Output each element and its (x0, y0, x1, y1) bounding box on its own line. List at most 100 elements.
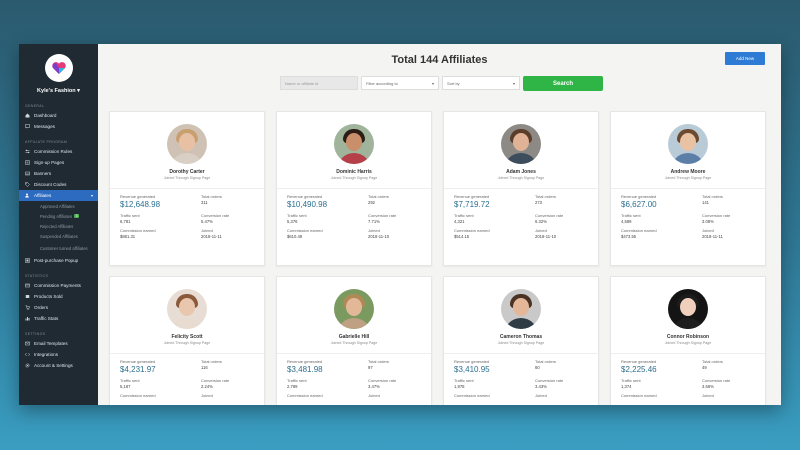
sidebar-item-label: Discount Codes (34, 182, 67, 187)
filter-select[interactable]: Filter according to ▾ (361, 76, 439, 90)
affiliate-card[interactable]: Dorothy Carter Joined Through Signup Pag… (109, 111, 265, 266)
stat-value: 292 (368, 200, 375, 205)
stat-commission: Commission earned (120, 393, 201, 399)
avatar-body (671, 318, 705, 329)
sidebar-item-discount-codes[interactable]: Discount Codes (19, 179, 98, 190)
stat-label: Revenue generated (621, 194, 657, 199)
sidebar-item-label: Sign-up Pages (34, 160, 65, 165)
search-button[interactable]: Search (523, 76, 603, 91)
avatar (501, 124, 541, 164)
sidebar-subitem-pending[interactable]: Pending Affiliates 3 (19, 211, 98, 221)
affiliate-name: Adam Jones (506, 169, 536, 175)
sidebar-item-orders[interactable]: Orders (19, 302, 98, 313)
affiliate-card[interactable]: Felicity Scott Joined Through Signup Pag… (109, 276, 265, 405)
stat-value: $881.31 (120, 234, 136, 239)
home-icon (25, 113, 30, 118)
affiliate-card[interactable]: Dominic Harris Joined Through Signup Pag… (276, 111, 432, 266)
sidebar-item-email-templates[interactable]: Email Templates (19, 338, 98, 349)
stat-orders: Total orders 311 (201, 194, 254, 209)
stat-label: Total orders (201, 194, 222, 199)
avatar (167, 124, 207, 164)
sidebar-item-commission-rules[interactable]: Commission Rules (19, 146, 98, 157)
stat-value: 3.56% (702, 384, 714, 389)
stat-orders: Total orders 141 (702, 194, 755, 209)
section-title-settings: Settings (25, 332, 46, 336)
avatar-face (513, 298, 529, 316)
sidebar-item-integrations[interactable]: Integrations (19, 349, 98, 360)
sidebar-subitem-approved[interactable]: Approved Affiliates (19, 201, 98, 211)
stat-joined: Joined (535, 393, 588, 399)
sidebar-item-products-sold[interactable]: Products Sold (19, 291, 98, 302)
chevron-down-icon: ▾ (431, 80, 434, 86)
search-input[interactable]: Name or affiliate id (280, 76, 358, 90)
stat-commission: Commission earned $881.31 (120, 228, 201, 239)
stat-value: 1,374 (621, 384, 632, 389)
sidebar-item-messages[interactable]: Messages (19, 121, 98, 132)
image-icon (25, 171, 30, 176)
users-icon (25, 193, 29, 198)
stat-label: Conversion rate (535, 378, 564, 383)
search-placeholder: Name or affiliate id (285, 80, 319, 86)
affiliate-source: Joined Through Signup Page (497, 341, 545, 345)
stat-joined: Joined 2018-11-10 (535, 228, 588, 239)
sort-select[interactable]: Sort by ▾ (442, 76, 520, 90)
affiliate-card[interactable]: Connor Robinson Joined Through Signup Pa… (610, 276, 766, 405)
affiliate-stats: Revenue generated $6,627.00 Total orders 1… (611, 188, 765, 239)
affiliate-card[interactable]: Cameron Thomas Joined Through Signup Pag… (443, 276, 599, 405)
stat-label: Conversion rate (201, 378, 230, 383)
stat-revenue: Revenue generated $10,490.98 (287, 194, 368, 209)
store-logo[interactable] (44, 54, 73, 82)
avatar (334, 124, 374, 164)
affiliate-stats: Revenue generated $10,490.98 Total orders… (277, 188, 431, 239)
stat-label: Revenue generated (120, 359, 156, 364)
sidebar-subitem-customer-turned[interactable]: Customer turned affiliates (19, 241, 98, 255)
stat-value: 1,978 (454, 384, 465, 389)
add-new-button[interactable]: Add New (725, 52, 765, 65)
sidebar-item-banners[interactable]: Banners (19, 168, 98, 179)
sidebar-item-traffic-stats[interactable]: Traffic Stats (19, 313, 98, 324)
sidebar-item-label: Account & Settings (34, 363, 73, 368)
store-name: Kyle's Fashion (37, 88, 76, 94)
stat-value: $4,231.97 (120, 365, 156, 374)
stat-value: $3,410.95 (454, 365, 490, 374)
stat-label: Total orders (368, 359, 389, 364)
avatar (334, 289, 374, 329)
stat-label: Total orders (702, 194, 723, 199)
sidebar-item-affiliates[interactable]: Affiliates ▾ (19, 190, 98, 201)
sidebar-subitem-rejected[interactable]: Rejected Affiliates (19, 221, 98, 231)
stat-value: 7.71% (368, 219, 380, 224)
stat-value: $6,627.00 (621, 200, 657, 209)
affiliate-card[interactable]: Adam Jones Joined Through Signup Page Re… (443, 111, 599, 266)
sidebar-item-signup-pages[interactable]: Sign-up Pages (19, 157, 98, 168)
sidebar-subitem-suspended[interactable]: Suspended Affiliates (19, 231, 98, 241)
stat-label: Revenue generated (120, 194, 156, 199)
sidebar-item-dashboard[interactable]: Dashboard (19, 110, 98, 121)
stat-label: Joined (702, 228, 714, 233)
sidebar-item-commission-payments[interactable]: Commission Payments (19, 280, 98, 291)
section-title-general: General (25, 104, 45, 108)
stat-label: Revenue generated (621, 359, 657, 364)
affiliate-source: Joined Through Signup Page (163, 341, 211, 345)
sidebar-subitem-label: Customer turned affiliates (40, 245, 88, 251)
stat-value: 141 (702, 200, 709, 205)
sidebar-item-account-settings[interactable]: Account & Settings (19, 360, 98, 371)
sidebar-subitem-label: Rejected Affiliates (40, 223, 74, 229)
stat-label: Revenue generated (454, 194, 490, 199)
stat-value: $10,490.98 (287, 200, 328, 209)
affiliate-card[interactable]: Gabrielle Hill Joined Through Signup Pag… (276, 276, 432, 405)
stat-commission: Commission earned (454, 393, 535, 399)
stat-value: 4,589 (621, 219, 632, 224)
stat-value: $514.15 (454, 234, 470, 239)
affiliate-card[interactable]: Andrew Moore Joined Through Signup Page … (610, 111, 766, 266)
stat-label: Traffic sent (454, 213, 474, 218)
stat-value: 2018-11-10 (535, 234, 557, 239)
affiliate-name: Gabrielle Hill (338, 334, 370, 340)
stat-label: Conversion rate (702, 378, 731, 383)
avatar-body (671, 153, 705, 164)
stat-value: 5,187 (120, 384, 131, 389)
stat-label: Commission earned (287, 393, 323, 398)
sidebar-item-label: Commission Rules (34, 149, 73, 154)
stat-joined: Joined (702, 393, 755, 399)
cart-icon (25, 305, 30, 310)
sidebar-item-post-purchase-popup[interactable]: Post-purchase Popup (19, 255, 98, 266)
